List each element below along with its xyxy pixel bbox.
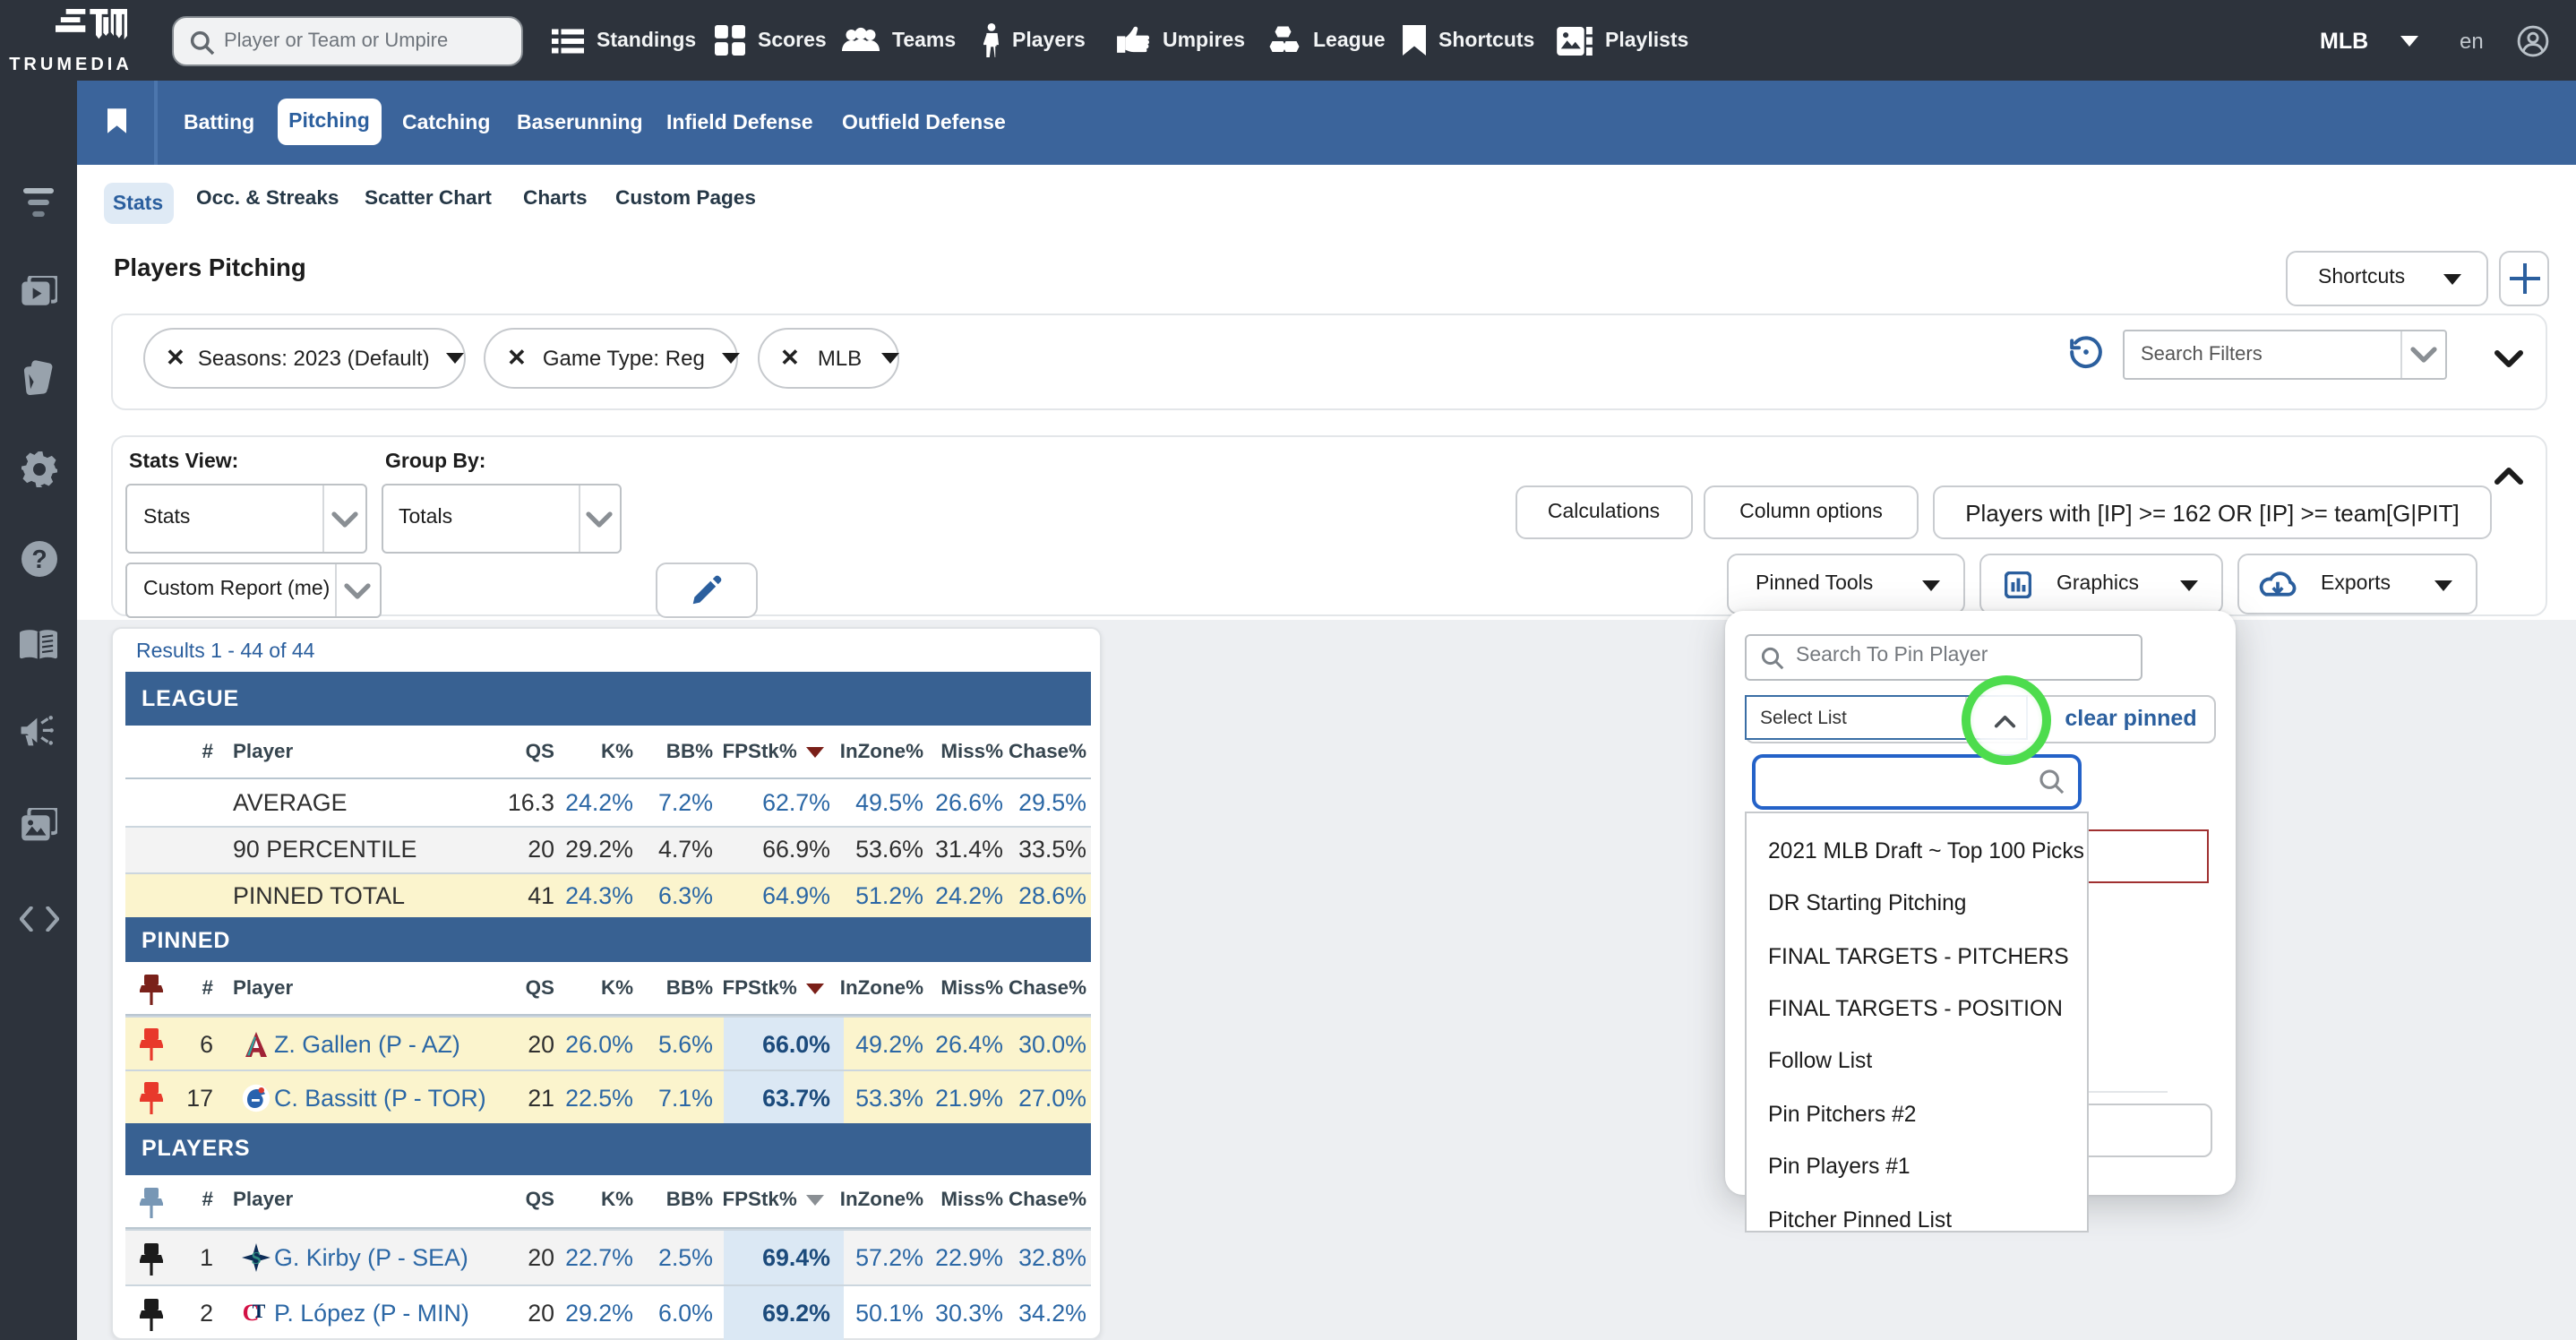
svg-text:T: T xyxy=(253,1300,266,1322)
svg-text:?: ? xyxy=(30,545,46,574)
svg-text:S: S xyxy=(251,1249,261,1268)
